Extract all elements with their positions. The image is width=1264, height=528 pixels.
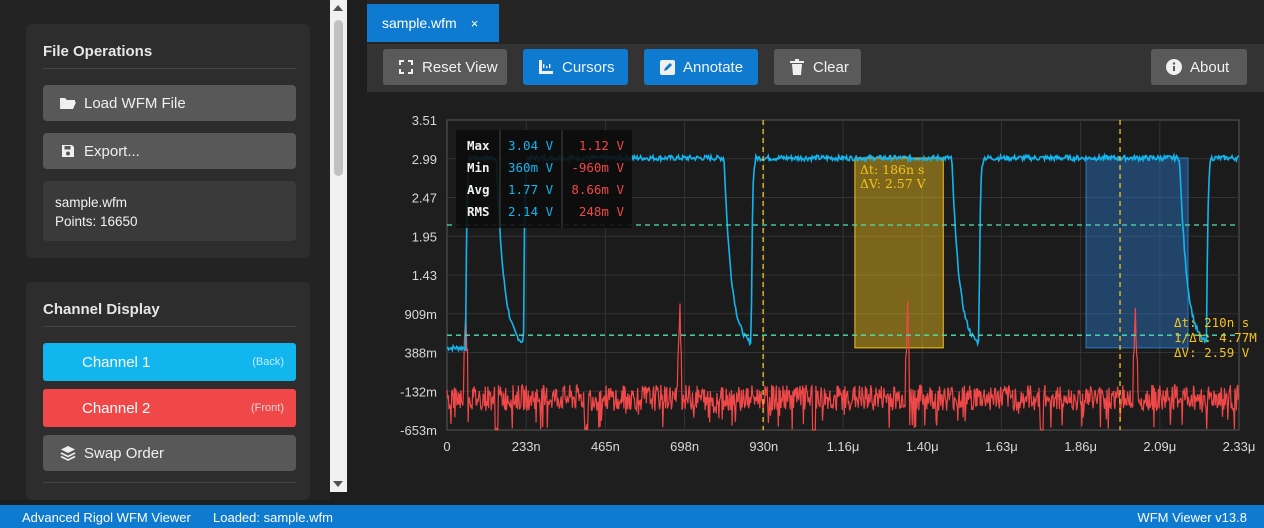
channel-1-label: Channel 1: [82, 353, 151, 371]
ch2-measurement: 8.66m V: [571, 182, 624, 197]
x-tick-label: 1.16μ: [827, 439, 860, 454]
export-label: Export...: [84, 142, 140, 160]
x-tick-label: 930n: [749, 439, 778, 454]
ruler-icon: [538, 59, 554, 75]
app-name: Advanced Rigol WFM Viewer: [22, 510, 191, 525]
swap-order-button[interactable]: Swap Order: [43, 435, 296, 471]
scroll-up-icon[interactable]: [333, 5, 343, 11]
annotate-button[interactable]: Annotate: [644, 49, 758, 85]
channel-2-tag: (Front): [251, 402, 284, 414]
annotate-label: Annotate: [683, 58, 744, 76]
measurement-row-label: RMS: [467, 204, 490, 219]
x-tick-label: 698n: [670, 439, 699, 454]
x-tick-label: 0: [443, 439, 450, 454]
divider: [43, 68, 296, 69]
x-tick-label: 1.86μ: [1064, 439, 1097, 454]
sidebar: File Operations Load WFM File Export... …: [0, 0, 330, 500]
load-wfm-label: Load WFM File: [84, 94, 186, 112]
waveform-chart[interactable]: 0 233n 465n 698n 930n 1.16μ 1.40μ 1.63μ 1.86μ 2.0…: [367, 92, 1264, 492]
scroll-down-icon[interactable]: [333, 481, 343, 487]
channel-1-tag: (Back): [252, 356, 284, 368]
y-tick-label: 1.95: [412, 229, 437, 244]
save-icon: [59, 142, 77, 160]
measurement-row-label: Avg: [467, 182, 490, 197]
channel-1-button[interactable]: Channel 1 (Back): [43, 343, 296, 381]
x-tick-label: 2.09μ: [1143, 439, 1176, 454]
y-tick-label: 2.47: [412, 191, 437, 206]
channel-display-title: Channel Display: [43, 301, 160, 318]
divider: [43, 482, 296, 483]
main-area: sample.wfm × Reset View Cursors Annotate: [367, 0, 1264, 500]
trash-icon: [789, 59, 805, 75]
loaded-file-status: Loaded: sample.wfm: [213, 510, 333, 525]
tab-label: sample.wfm: [382, 15, 457, 31]
layers-icon: [59, 444, 77, 462]
x-tick-label: 1.40μ: [906, 439, 939, 454]
scrollbar-thumb[interactable]: [334, 20, 343, 176]
divider: [43, 326, 296, 327]
cursors-label: Cursors: [562, 58, 615, 76]
cursor-readout: Δt: 210n s: [1174, 315, 1249, 330]
channel-2-button[interactable]: Channel 2 (Front): [43, 389, 296, 427]
file-name: sample.wfm: [55, 195, 128, 210]
status-bar: Advanced Rigol WFM Viewer Loaded: sample…: [0, 505, 1264, 528]
x-tick-label: 233n: [512, 439, 541, 454]
ch1-measurement: 3.04 V: [508, 138, 554, 153]
y-tick-label: -132m: [400, 384, 437, 399]
ch2-measurement: 1.12 V: [579, 138, 625, 153]
ch2-measurement: -960m V: [571, 160, 624, 175]
version-label: WFM Viewer v13.8: [1137, 510, 1247, 525]
y-tick-label: -653m: [400, 423, 437, 438]
toolbar: Reset View Cursors Annotate Clear About: [367, 44, 1264, 92]
ch1-measurement: 360m V: [508, 160, 554, 175]
channel-2-label: Channel 2: [82, 399, 151, 417]
x-tick-label: 465n: [591, 439, 620, 454]
ch1-measurement: 1.77 V: [508, 182, 554, 197]
cursor-readout: 1/Δt: 4.77M Hz: [1174, 330, 1264, 345]
clear-button[interactable]: Clear: [774, 49, 861, 85]
info-icon: [1166, 59, 1182, 75]
y-tick-label: 1.43: [412, 268, 437, 283]
channel-display-panel: Channel Display Channel 1 (Back) Channel…: [26, 282, 310, 500]
file-operations-panel: File Operations Load WFM File Export... …: [26, 24, 310, 258]
ch1-measurement: 2.14 V: [508, 204, 554, 219]
selection-region: [1085, 157, 1189, 349]
y-tick-label: 909m: [404, 307, 437, 322]
waveform-plot[interactable]: 0 233n 465n 698n 930n 1.16μ 1.40μ 1.63μ 1.86μ 2.0…: [367, 92, 1264, 492]
file-operations-title: File Operations: [43, 43, 153, 60]
cursor-readout: ΔV: 2.59 V: [1174, 345, 1250, 360]
reset-view-label: Reset View: [422, 58, 498, 76]
x-tick-label: 1.63μ: [985, 439, 1018, 454]
cursors-button[interactable]: Cursors: [523, 49, 628, 85]
measurement-row-label: Max: [467, 138, 490, 153]
y-tick-label: 2.99: [412, 152, 437, 167]
annotation-dt: Δt: 186n s: [860, 162, 925, 177]
folder-open-icon: [59, 94, 77, 112]
expand-icon: [398, 59, 414, 75]
ch2-measurement: 248m V: [579, 204, 625, 219]
reset-view-button[interactable]: Reset View: [383, 49, 507, 85]
sidebar-scrollbar[interactable]: [330, 0, 347, 492]
edit-icon: [659, 59, 675, 75]
clear-label: Clear: [813, 58, 849, 76]
about-button[interactable]: About: [1151, 49, 1247, 85]
file-info-box: sample.wfm Points: 16650: [43, 181, 296, 241]
y-tick-label: 388m: [404, 346, 437, 361]
points-count: Points: 16650: [55, 214, 138, 229]
close-icon[interactable]: ×: [471, 16, 479, 31]
about-label: About: [1190, 58, 1230, 76]
load-wfm-button[interactable]: Load WFM File: [43, 85, 296, 121]
measurement-row-label: Min: [467, 160, 490, 175]
annotation-dv: ΔV: 2.57 V: [860, 176, 927, 191]
export-button[interactable]: Export...: [43, 133, 296, 169]
tab-sample-wfm[interactable]: sample.wfm ×: [367, 4, 499, 42]
swap-order-label: Swap Order: [84, 444, 165, 462]
tab-bar: sample.wfm ×: [367, 0, 1264, 44]
y-tick-label: 3.51: [412, 113, 437, 128]
x-tick-label: 2.33μ: [1223, 439, 1256, 454]
